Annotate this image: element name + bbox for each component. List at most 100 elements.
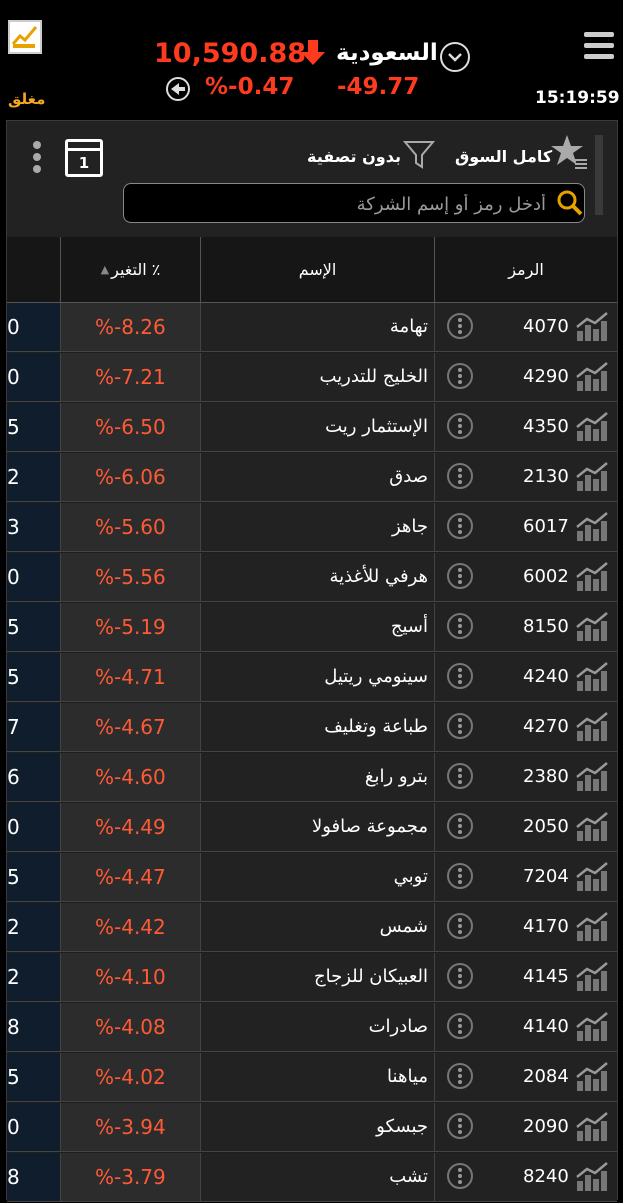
no-filter-label[interactable]: بدون تصفية (307, 147, 401, 166)
chart-icon[interactable] (575, 861, 609, 893)
table-row[interactable]: 8 %-4.08 صادرات 4140 (7, 1003, 617, 1053)
chart-icon[interactable] (575, 1111, 609, 1143)
symbol-cell[interactable]: 2090 (435, 1103, 617, 1152)
name-cell[interactable]: تشب (201, 1153, 435, 1202)
symbol-cell[interactable]: 4270 (435, 703, 617, 752)
symbol-cell[interactable]: 8240 (435, 1153, 617, 1202)
chart-icon[interactable] (575, 361, 609, 393)
header-name[interactable]: الإسم (201, 237, 435, 303)
more-options-icon[interactable] (33, 141, 41, 177)
search-box[interactable] (123, 183, 585, 223)
table-row[interactable]: 0 %-8.26 تهامة 4070 (7, 303, 617, 353)
table-row[interactable]: 0 %-5.56 هرفي للأغذية 6002 (7, 553, 617, 603)
name-cell[interactable]: سينومي ريتيل (201, 653, 435, 702)
header-symbol[interactable]: الرمز (435, 237, 617, 303)
name-cell[interactable]: العبيكان للزجاج (201, 953, 435, 1002)
more-info-icon[interactable] (447, 713, 473, 739)
name-cell[interactable]: هرفي للأغذية (201, 553, 435, 602)
name-cell[interactable]: صادرات (201, 1003, 435, 1052)
symbol-cell[interactable]: 4170 (435, 903, 617, 952)
name-cell[interactable]: بترو رابغ (201, 753, 435, 802)
chart-icon[interactable] (575, 311, 609, 343)
name-cell[interactable]: الخليج للتدريب (201, 353, 435, 402)
chart-icon[interactable] (575, 911, 609, 943)
table-row[interactable]: 0 %-4.49 مجموعة صافولا 2050 (7, 803, 617, 853)
market-name[interactable]: السعودية (336, 40, 438, 66)
symbol-cell[interactable]: 6017 (435, 503, 617, 552)
more-info-icon[interactable] (447, 413, 473, 439)
table-row[interactable]: 2 %-4.42 شمس 4170 (7, 903, 617, 953)
table-row[interactable]: 5 %-4.71 سينومي ريتيل 4240 (7, 653, 617, 703)
more-info-icon[interactable] (447, 813, 473, 839)
scroll-strip[interactable] (595, 135, 603, 215)
symbol-cell[interactable]: 4145 (435, 953, 617, 1002)
chart-icon[interactable] (575, 561, 609, 593)
name-cell[interactable]: جبسكو (201, 1103, 435, 1152)
name-cell[interactable]: مجموعة صافولا (201, 803, 435, 852)
name-cell[interactable]: شمس (201, 903, 435, 952)
full-market-filter[interactable]: كامل السوق (455, 147, 552, 166)
name-cell[interactable]: الإستثمار ريت (201, 403, 435, 452)
table-row[interactable]: 0 %-3.94 جبسكو 2090 (7, 1103, 617, 1153)
more-info-icon[interactable] (447, 1163, 473, 1189)
table-row[interactable]: 8 %-3.79 تشب 8240 (7, 1153, 617, 1203)
chart-icon[interactable] (575, 461, 609, 493)
name-cell[interactable]: توبي (201, 853, 435, 902)
app-logo-icon[interactable] (8, 20, 42, 54)
symbol-cell[interactable]: 4350 (435, 403, 617, 452)
search-input[interactable] (134, 188, 548, 220)
search-icon[interactable] (554, 188, 584, 222)
more-info-icon[interactable] (447, 763, 473, 789)
name-cell[interactable]: صدق (201, 453, 435, 502)
more-info-icon[interactable] (447, 863, 473, 889)
chart-icon[interactable] (575, 1061, 609, 1093)
name-cell[interactable]: تهامة (201, 303, 435, 352)
more-info-icon[interactable] (447, 513, 473, 539)
more-info-icon[interactable] (447, 563, 473, 589)
chart-icon[interactable] (575, 1161, 609, 1193)
chart-icon[interactable] (575, 811, 609, 843)
chart-icon[interactable] (575, 711, 609, 743)
symbol-cell[interactable]: 2380 (435, 753, 617, 802)
symbol-cell[interactable]: 2084 (435, 1053, 617, 1102)
name-cell[interactable]: جاهز (201, 503, 435, 552)
name-cell[interactable]: مياهنا (201, 1053, 435, 1102)
more-info-icon[interactable] (447, 463, 473, 489)
more-info-icon[interactable] (447, 963, 473, 989)
symbol-cell[interactable]: 2050 (435, 803, 617, 852)
symbol-cell[interactable]: 2130 (435, 453, 617, 502)
symbol-cell[interactable]: 8150 (435, 603, 617, 652)
funnel-icon[interactable] (402, 139, 436, 175)
more-info-icon[interactable] (447, 1063, 473, 1089)
chart-icon[interactable] (575, 611, 609, 643)
table-row[interactable]: 3 %-5.60 جاهز 6017 (7, 503, 617, 553)
symbol-cell[interactable]: 7204 (435, 853, 617, 902)
table-row[interactable]: 2 %-6.06 صدق 2130 (7, 453, 617, 503)
arrow-left-icon[interactable] (166, 77, 190, 101)
symbol-cell[interactable]: 4240 (435, 653, 617, 702)
table-row[interactable]: 5 %-5.19 أسيج 8150 (7, 603, 617, 653)
more-info-icon[interactable] (447, 913, 473, 939)
star-list-icon[interactable] (551, 133, 591, 177)
table-row[interactable]: 2 %-4.10 العبيكان للزجاج 4145 (7, 953, 617, 1003)
table-row[interactable]: 5 %-6.50 الإستثمار ريت 4350 (7, 403, 617, 453)
table-row[interactable]: 7 %-4.67 طباعة وتغليف 4270 (7, 703, 617, 753)
symbol-cell[interactable]: 4070 (435, 303, 617, 352)
chart-icon[interactable] (575, 661, 609, 693)
table-row[interactable]: 0 %-7.21 الخليج للتدريب 4290 (7, 353, 617, 403)
symbol-cell[interactable]: 6002 (435, 553, 617, 602)
chevron-down-icon[interactable] (440, 42, 470, 72)
symbol-cell[interactable]: 4290 (435, 353, 617, 402)
more-info-icon[interactable] (447, 613, 473, 639)
table-row[interactable]: 5 %-4.47 توبي 7204 (7, 853, 617, 903)
more-info-icon[interactable] (447, 363, 473, 389)
chart-icon[interactable] (575, 1011, 609, 1043)
chart-icon[interactable] (575, 411, 609, 443)
table-row[interactable]: 5 %-4.02 مياهنا 2084 (7, 1053, 617, 1103)
more-info-icon[interactable] (447, 1013, 473, 1039)
more-info-icon[interactable] (447, 663, 473, 689)
more-info-icon[interactable] (447, 1113, 473, 1139)
header-change[interactable]: ▲ التغير ٪ (61, 237, 201, 303)
table-row[interactable]: 6 %-4.60 بترو رابغ 2380 (7, 753, 617, 803)
chart-icon[interactable] (575, 761, 609, 793)
